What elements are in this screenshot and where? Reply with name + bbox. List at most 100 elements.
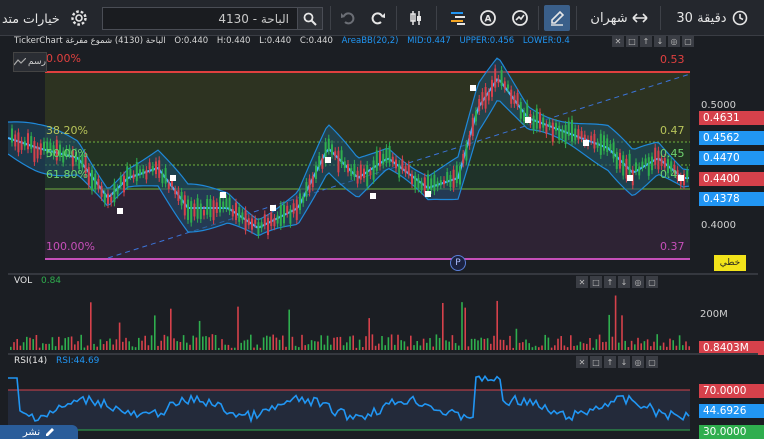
volume-bar (528, 343, 530, 350)
candle-body (366, 164, 369, 187)
volume-bar (483, 338, 486, 350)
collapse-pane-icon[interactable]: ▢ (646, 356, 658, 368)
maximize-pane-icon[interactable]: □ (626, 35, 638, 47)
pane-divider[interactable] (8, 273, 758, 275)
symbol-search-input[interactable]: 4130 - الباحة (102, 7, 298, 30)
volume-bar (346, 342, 348, 350)
rsi-chart[interactable] (8, 368, 690, 439)
candle-body (407, 164, 410, 175)
move-down-icon[interactable]: ↓ (618, 356, 630, 368)
volume-bar (83, 347, 86, 350)
close-pane-icon[interactable]: ✕ (612, 35, 624, 47)
interval-button[interactable]: 30 دقيقة (666, 5, 758, 31)
candle-body (443, 180, 445, 185)
price-chart[interactable] (8, 48, 690, 272)
search-button[interactable] (297, 7, 323, 30)
move-up-icon[interactable]: ↑ (604, 356, 616, 368)
candle-body (369, 171, 372, 176)
candle-body (363, 168, 365, 179)
redo-button[interactable] (366, 5, 390, 31)
price-axis-tick: 0.5000 (701, 100, 736, 111)
volume-bar (262, 337, 265, 350)
alert-circle-icon: A (480, 10, 496, 26)
overlay-legend[interactable]: رسم (13, 52, 47, 72)
maximize-pane-icon[interactable]: □ (590, 356, 602, 368)
candle-body (647, 157, 650, 176)
options-button[interactable]: خيارات متد (2, 5, 64, 31)
volume-bar (467, 346, 470, 350)
volume-bar (534, 345, 537, 350)
volume-bar (362, 347, 364, 350)
candle-body (292, 203, 295, 214)
candle-body (571, 119, 573, 142)
candle-body (187, 199, 189, 220)
collapse-pane-icon[interactable]: ▢ (646, 276, 658, 288)
close-pane-icon[interactable]: ✕ (576, 356, 588, 368)
move-down-icon[interactable]: ↓ (654, 35, 666, 47)
settings-pane-icon[interactable]: ◎ (668, 35, 680, 47)
collapse-pane-icon[interactable]: ▢ (682, 35, 694, 47)
candle-body (276, 215, 279, 224)
pivot-marker (425, 191, 431, 197)
volume-bar (550, 347, 553, 350)
volume-bar (342, 345, 345, 350)
candle-body (222, 201, 225, 209)
candle-body (395, 159, 397, 169)
pivot-marker (627, 175, 633, 181)
alerts-button[interactable]: A (476, 5, 500, 31)
volume-bar (150, 335, 153, 350)
candle-body (334, 151, 337, 157)
candle-type-button[interactable] (404, 5, 428, 31)
candle-body (510, 89, 513, 104)
candle-body (286, 205, 289, 214)
volume-bar (422, 338, 425, 350)
compare-button[interactable] (508, 5, 532, 31)
settings-button[interactable] (66, 5, 92, 31)
volume-bar (464, 307, 466, 350)
candle-body (107, 193, 109, 205)
volume-chart[interactable] (8, 288, 690, 352)
undo-button[interactable] (336, 5, 360, 31)
chart-name: TickerChart الباحة (4130) شموع مفرغة (14, 36, 166, 46)
maximize-pane-icon[interactable]: □ (590, 276, 602, 288)
volume-bar (256, 344, 258, 350)
indicators-button[interactable] (446, 5, 470, 31)
candle-body (103, 193, 106, 203)
line-mode-button[interactable]: خطي (714, 255, 746, 271)
move-down-icon[interactable]: ↓ (618, 276, 630, 288)
close-pane-icon[interactable]: ✕ (576, 276, 588, 288)
settings-pane-icon[interactable]: ◎ (632, 276, 644, 288)
candle-body (484, 87, 487, 109)
candle-body (132, 174, 135, 179)
pen-icon (46, 428, 55, 436)
candle-body (139, 169, 141, 175)
candle-body (465, 144, 468, 161)
drawing-tool-button[interactable] (544, 5, 570, 31)
candle-body (452, 169, 455, 188)
candle-body (372, 160, 375, 180)
candle-body (356, 170, 359, 184)
volume-bar (275, 337, 278, 350)
volume-bar (35, 334, 38, 350)
volume-bar (445, 340, 447, 350)
candle-body (561, 129, 564, 139)
move-up-icon[interactable]: ↑ (604, 276, 616, 288)
candle-body (375, 150, 378, 171)
volume-bar (320, 335, 322, 350)
candle-body (321, 158, 324, 169)
pivot-marker (220, 192, 226, 198)
move-up-icon[interactable]: ↑ (640, 35, 652, 47)
volume-bar (93, 343, 95, 350)
volume-bar (106, 341, 108, 350)
candle-body (305, 182, 308, 198)
candle-body (100, 185, 103, 197)
pane-divider[interactable] (8, 353, 758, 355)
publish-button[interactable]: نشر (0, 425, 78, 439)
candle-body (244, 210, 247, 231)
volume-bar (310, 340, 313, 350)
settings-pane-icon[interactable]: ◎ (632, 356, 644, 368)
volume-bar (182, 335, 185, 350)
candle-body (590, 135, 593, 141)
range-button[interactable]: شهران (584, 5, 654, 31)
period-marker[interactable]: P (450, 255, 466, 271)
